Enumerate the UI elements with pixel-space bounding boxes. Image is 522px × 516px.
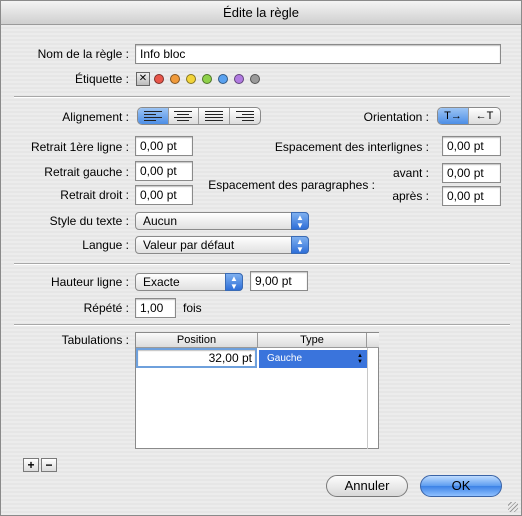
para-spacing-label: Espacement des paragraphes : [208,178,375,192]
indent-right-input[interactable] [135,185,193,205]
alignment-label: Alignement : [62,110,129,124]
align-right-button[interactable] [230,108,260,124]
tab-position-input[interactable] [136,348,257,368]
popup-arrows-icon: ▲ ▼ [291,212,309,230]
popup-arrows-icon: ▲ ▼ [225,273,243,291]
indent-first-input[interactable] [135,136,193,156]
language-value: Valeur par défaut [143,238,235,252]
column-header-position[interactable]: Position [136,333,258,348]
separator [14,96,510,98]
orientation-segmented[interactable]: T→ ←T [437,107,501,125]
table-row[interactable]: Gauche ▲▼ [136,348,378,368]
before-label: avant : [392,166,429,180]
rule-name-input[interactable] [135,44,501,64]
popup-arrows-icon: ▲ ▼ [291,236,309,254]
tab-type-value: Gauche [267,353,303,364]
dialog-window: Édite la règle Nom de la règle : Étiquet… [0,0,522,516]
orientation-horizontal-button[interactable]: T→ [438,108,470,124]
indent-right-label: Retrait droit : [60,188,129,202]
rule-name-label: Nom de la règle : [37,47,129,61]
alignment-segmented[interactable] [137,107,261,125]
text-style-popup[interactable]: Aucun ▲ ▼ [135,212,309,230]
language-popup[interactable]: Valeur par défaut ▲ ▼ [135,236,309,254]
tag-color-dot[interactable] [234,74,244,84]
column-header-corner [367,333,379,348]
align-right-icon [235,111,254,121]
para-before-input[interactable] [442,163,501,183]
language-label: Langue : [82,238,129,252]
tag-label: Étiquette : [74,72,129,86]
cancel-button[interactable]: Annuler [326,475,408,497]
line-height-mode-popup[interactable]: Exacte ▲ ▼ [135,273,243,291]
line-height-mode-value: Exacte [143,275,180,289]
text-style-label: Style du texte : [49,214,129,228]
tag-color-dot[interactable] [186,74,196,84]
align-left-button[interactable] [138,108,169,124]
after-label: après : [392,189,429,203]
indent-first-label: Retrait 1ère ligne : [30,140,129,154]
line-spacing-label: Espacement des interlignes : [274,140,429,154]
tag-color-dot[interactable] [218,74,228,84]
align-center-button[interactable] [169,108,199,124]
separator [14,324,510,326]
align-left-icon [143,111,162,121]
column-header-type[interactable]: Type [258,333,367,348]
resize-grip-icon[interactable] [508,502,518,512]
ok-button[interactable]: OK [420,475,502,497]
window-title: Édite la règle [1,1,521,25]
tabs-table[interactable]: Position Type Gauche ▲▼ [135,332,379,449]
repeat-input[interactable] [135,298,176,318]
text-style-value: Aucun [143,214,178,228]
align-justify-icon [204,111,223,121]
orientation-reverse-button[interactable]: ←T [469,108,500,124]
tag-color-dot[interactable] [154,74,164,84]
remove-tab-button[interactable]: − [41,458,57,472]
separator [14,263,510,265]
tag-color-dot[interactable] [250,74,260,84]
line-height-label: Hauteur ligne : [50,275,129,289]
tag-color-dots [154,74,274,86]
column-divider [367,348,368,449]
tag-color-dot[interactable] [202,74,212,84]
add-tab-button[interactable]: + [23,458,39,472]
orientation-label: Orientation : [363,110,429,124]
align-justify-button[interactable] [199,108,230,124]
line-spacing-input[interactable] [442,136,501,156]
tabs-label: Tabulations : [61,333,129,347]
indent-left-input[interactable] [135,161,193,181]
indent-left-label: Retrait gauche : [44,165,129,179]
para-after-input[interactable] [442,186,501,206]
repeat-label: Répété : [83,301,129,315]
tag-none-icon[interactable]: ✕ [136,72,150,86]
align-center-icon [174,111,193,121]
tag-color-dot[interactable] [170,74,180,84]
popup-arrows-icon: ▲ ▼ [357,353,363,365]
repeat-unit: fois [183,301,202,315]
tab-type-popup[interactable]: Gauche ▲ ▼ [259,350,367,368]
line-height-input[interactable] [250,271,308,291]
